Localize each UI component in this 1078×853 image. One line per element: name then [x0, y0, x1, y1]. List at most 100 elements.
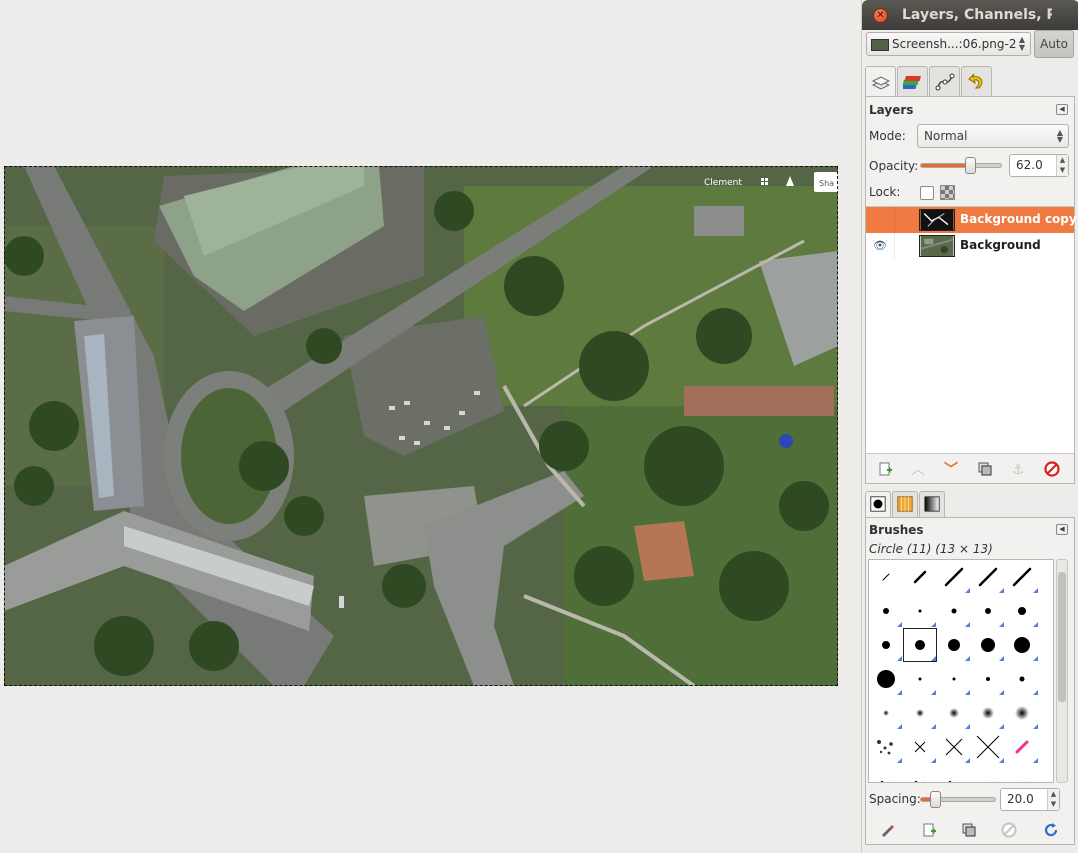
brush-preview[interactable]: [937, 560, 971, 594]
lock-pixels-checkbox[interactable]: [920, 186, 934, 200]
brush-size-indicator-icon: [965, 724, 970, 729]
spacing-slider-knob[interactable]: [929, 791, 941, 808]
brush-size-indicator-icon: [931, 724, 936, 729]
image-select[interactable]: Screensh...:06.png-2 ▲ ▼: [866, 32, 1031, 56]
brush-preview[interactable]: [869, 628, 903, 662]
edit-brush-icon[interactable]: [878, 822, 896, 840]
brush-preview[interactable]: [1005, 696, 1039, 730]
delete-layer-icon[interactable]: [1043, 461, 1061, 479]
brush-preview[interactable]: [971, 594, 1005, 628]
eye-icon[interactable]: 👁: [872, 238, 888, 254]
brushes-toolbar: [866, 818, 1074, 844]
tab-patterns[interactable]: [892, 491, 918, 517]
tab-layers[interactable]: [865, 66, 896, 97]
brush-preview[interactable]: [1005, 662, 1039, 696]
brush-preview[interactable]: [971, 696, 1005, 730]
brush-preview[interactable]: [971, 628, 1005, 662]
raise-layer-icon[interactable]: ︿: [909, 461, 927, 479]
dock-titlebar[interactable]: ✕ Layers, Channels, Pa: [862, 0, 1078, 30]
opacity-slider-knob[interactable]: [964, 157, 976, 174]
tab-channels[interactable]: [897, 66, 928, 96]
layer-name[interactable]: Background copy: [960, 212, 1077, 226]
layers-toolbar: ︿ ﹀ ⚓: [866, 457, 1074, 483]
aerial-image[interactable]: Clement Sha: [4, 166, 838, 686]
brush-preview[interactable]: [1005, 628, 1039, 662]
map-share-label: Sha: [819, 179, 834, 188]
brush-preview[interactable]: [869, 730, 903, 764]
opacity-value: 62.0: [1016, 158, 1043, 172]
duplicate-brush-icon[interactable]: [960, 822, 978, 840]
layer-row-background[interactable]: 👁 Background: [866, 233, 1074, 259]
brush-preview[interactable]: [903, 696, 937, 730]
brush-preview[interactable]: [869, 662, 903, 696]
brush-preview[interactable]: [869, 594, 903, 628]
brush-size-indicator-icon: [1033, 622, 1038, 627]
brush-grid[interactable]: [868, 559, 1054, 783]
layer-name[interactable]: Background: [960, 238, 1041, 252]
mode-label: Mode:: [869, 129, 906, 143]
brush-preview[interactable]: [1005, 730, 1039, 764]
brush-preview[interactable]: [869, 764, 903, 782]
brush-preview[interactable]: [903, 628, 937, 662]
aerial-photo: Clement Sha: [4, 166, 838, 686]
brush-preview[interactable]: [937, 628, 971, 662]
new-layer-icon[interactable]: [876, 461, 894, 479]
duplicate-layer-icon[interactable]: [976, 461, 994, 479]
lock-alpha-icon[interactable]: [940, 185, 955, 200]
panel-menu-icon[interactable]: ◀: [1056, 524, 1068, 535]
close-icon[interactable]: ✕: [873, 8, 888, 23]
spacing-slider[interactable]: [920, 791, 996, 808]
layer-row-background-copy[interactable]: Background copy: [866, 207, 1077, 233]
new-brush-icon[interactable]: [920, 822, 938, 840]
brush-preview[interactable]: [971, 730, 1005, 764]
brush-preview[interactable]: [937, 696, 971, 730]
brush-preview[interactable]: [903, 594, 937, 628]
brush-preview[interactable]: [1005, 764, 1039, 782]
spacing-label: Spacing:: [869, 792, 921, 806]
layer-thumbnail: [919, 235, 955, 257]
brush-size-indicator-icon: [999, 690, 1004, 695]
visibility-toggle[interactable]: [872, 212, 888, 228]
brush-preview[interactable]: [937, 662, 971, 696]
chain-toggle[interactable]: [894, 207, 895, 233]
auto-button[interactable]: Auto: [1034, 30, 1074, 58]
selected-brush-name: Circle (11) (13 × 13): [869, 542, 993, 556]
brush-preview[interactable]: [903, 560, 937, 594]
lower-layer-icon[interactable]: ﹀: [942, 461, 960, 479]
refresh-brushes-icon[interactable]: [1042, 822, 1060, 840]
brush-preview[interactable]: [869, 560, 903, 594]
anchor-layer-icon[interactable]: ⚓: [1009, 461, 1027, 479]
brush-preview[interactable]: [903, 764, 937, 782]
layers-panel-title: Layers: [869, 103, 914, 117]
brush-scrollbar[interactable]: [1056, 559, 1068, 783]
brush-preview[interactable]: [1005, 594, 1039, 628]
brush-preview[interactable]: [971, 662, 1005, 696]
brush-preview[interactable]: [937, 594, 971, 628]
image-canvas[interactable]: Clement Sha: [0, 0, 860, 853]
spin-arrows-icon[interactable]: ▲ ▼: [1047, 789, 1059, 810]
opacity-slider[interactable]: [920, 157, 1002, 174]
scrollbar-thumb[interactable]: [1058, 572, 1066, 702]
brush-preview[interactable]: [869, 696, 903, 730]
brush-preview[interactable]: [937, 764, 971, 782]
chain-toggle[interactable]: [894, 233, 895, 259]
opacity-spinbox[interactable]: 62.0 ▲ ▼: [1009, 154, 1069, 177]
mode-select[interactable]: Normal ▲ ▼: [917, 124, 1069, 148]
layer-list[interactable]: Background copy 👁 Background: [866, 206, 1077, 454]
spacing-spinbox[interactable]: 20.0 ▲ ▼: [1000, 788, 1060, 811]
brush-preview[interactable]: [971, 764, 1005, 782]
tab-undo-history[interactable]: [961, 66, 992, 96]
brush-preview[interactable]: [1005, 560, 1039, 594]
undo-history-tab-icon: [968, 73, 983, 89]
brush-preview[interactable]: [937, 730, 971, 764]
brush-preview[interactable]: [971, 560, 1005, 594]
spin-arrows-icon[interactable]: ▲ ▼: [1056, 155, 1068, 176]
delete-brush-icon[interactable]: [1000, 822, 1018, 840]
brush-preview[interactable]: [903, 662, 937, 696]
panel-menu-icon[interactable]: ◀: [1056, 104, 1068, 115]
updown-arrows-icon: ▲ ▼: [1018, 35, 1025, 52]
brush-preview[interactable]: [903, 730, 937, 764]
tab-paths[interactable]: [929, 66, 960, 96]
tab-gradients[interactable]: [919, 491, 945, 517]
tab-brushes[interactable]: [865, 491, 891, 517]
